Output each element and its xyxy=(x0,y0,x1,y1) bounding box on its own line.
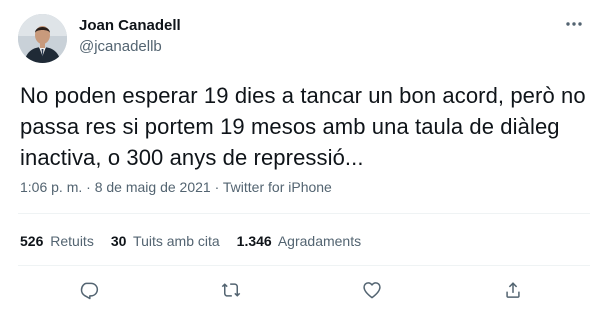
share-button[interactable] xyxy=(498,275,528,305)
divider xyxy=(18,213,590,214)
retweets-count: 526 xyxy=(20,233,44,249)
tweet-source-link[interactable]: Twitter for iPhone xyxy=(223,179,332,195)
heart-icon xyxy=(363,282,381,299)
tweet-date-link[interactable]: 8 de maig de 2021 xyxy=(95,179,211,195)
retweet-button[interactable] xyxy=(216,275,246,305)
avatar[interactable] xyxy=(18,14,67,63)
meta-separator: · xyxy=(214,179,220,195)
tweet-stats: 526 Retuits 30 Tuits amb cita 1.346 Agra… xyxy=(20,233,361,249)
avatar-image xyxy=(18,14,67,63)
like-button[interactable] xyxy=(357,275,387,305)
reply-button[interactable] xyxy=(74,275,104,305)
retweets-label: Retuits xyxy=(50,233,94,249)
retweet-icon xyxy=(221,283,241,297)
divider xyxy=(18,265,590,266)
likes-stat[interactable]: 1.346 Agradaments xyxy=(237,233,361,249)
more-icon xyxy=(566,22,582,26)
reply-icon xyxy=(80,282,99,300)
author-handle[interactable]: @jcanadellb xyxy=(79,38,162,55)
more-options-button[interactable] xyxy=(561,14,587,34)
quote-tweets-stat[interactable]: 30 Tuits amb cita xyxy=(111,233,220,249)
tweet-actions xyxy=(0,275,602,305)
author-name[interactable]: Joan Canadell xyxy=(79,17,181,34)
tweet-text: No poden esperar 19 dies a tancar un bon… xyxy=(20,83,586,170)
tweet-meta: 1:06 p. m. · 8 de maig de 2021 · Twitter… xyxy=(20,179,332,195)
quotes-label: Tuits amb cita xyxy=(133,233,220,249)
meta-separator: · xyxy=(86,179,91,195)
retweets-stat[interactable]: 526 Retuits xyxy=(20,233,94,249)
tweet-card: Joan Canadell @jcanadellb No poden esper… xyxy=(0,0,602,316)
quotes-count: 30 xyxy=(110,233,127,249)
likes-count: 1.346 xyxy=(236,233,272,249)
share-icon xyxy=(506,282,520,298)
likes-label: Agradaments xyxy=(277,233,362,249)
tweet-time-link[interactable]: 1:06 p. m. xyxy=(20,179,82,195)
